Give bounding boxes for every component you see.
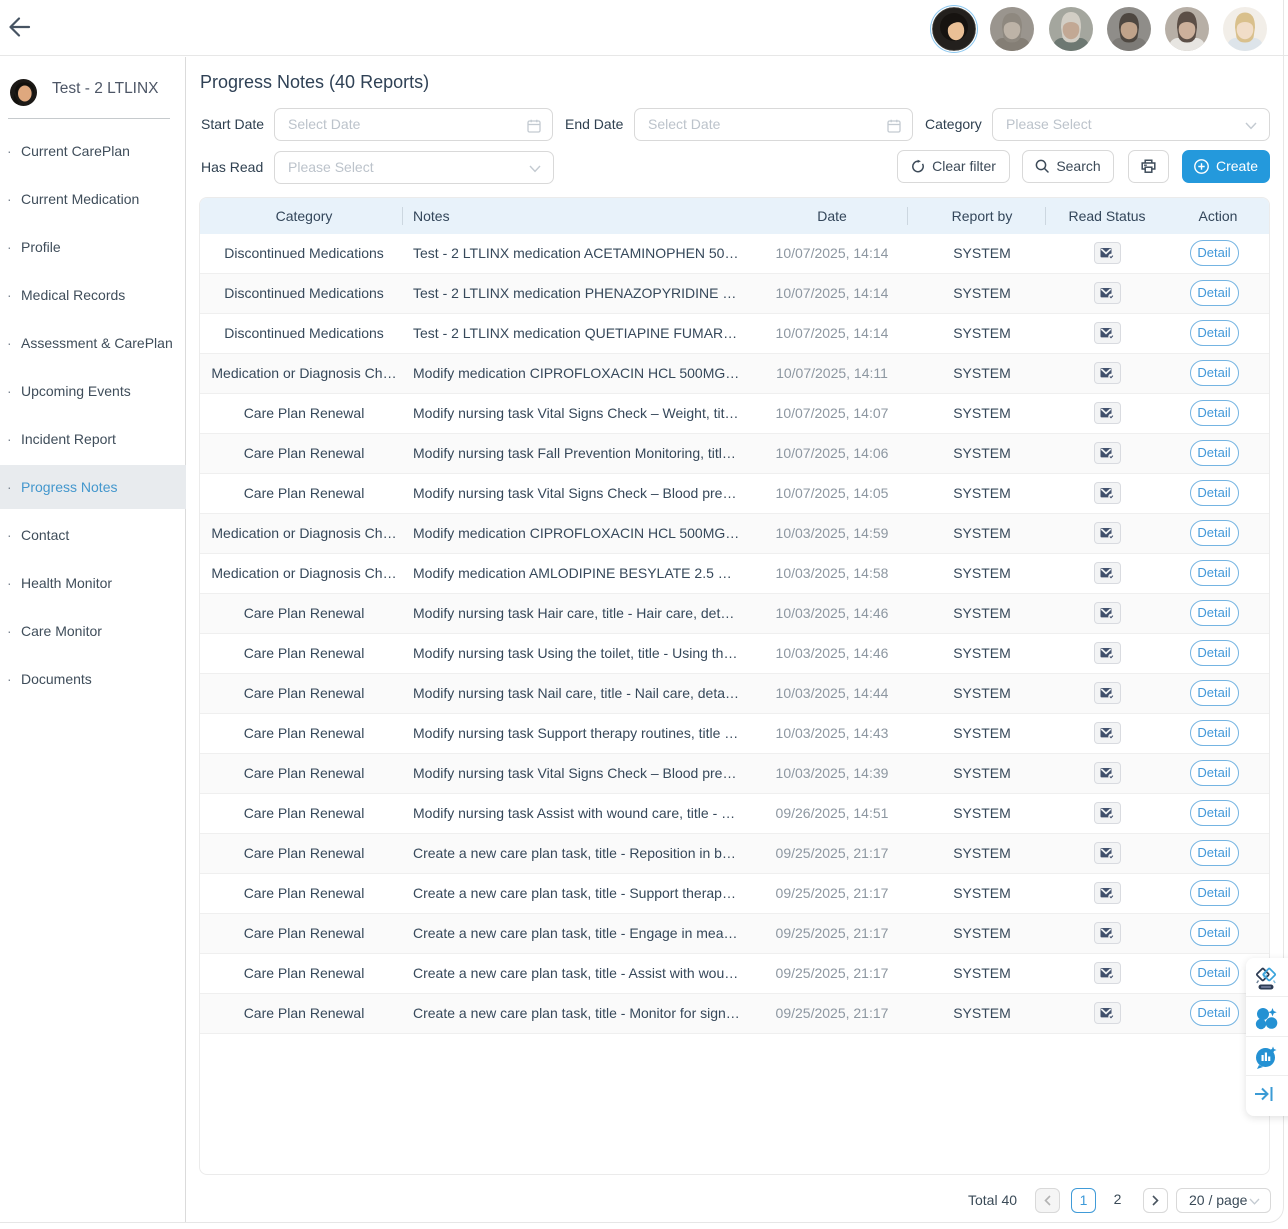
svg-text:A: A — [1263, 973, 1268, 980]
